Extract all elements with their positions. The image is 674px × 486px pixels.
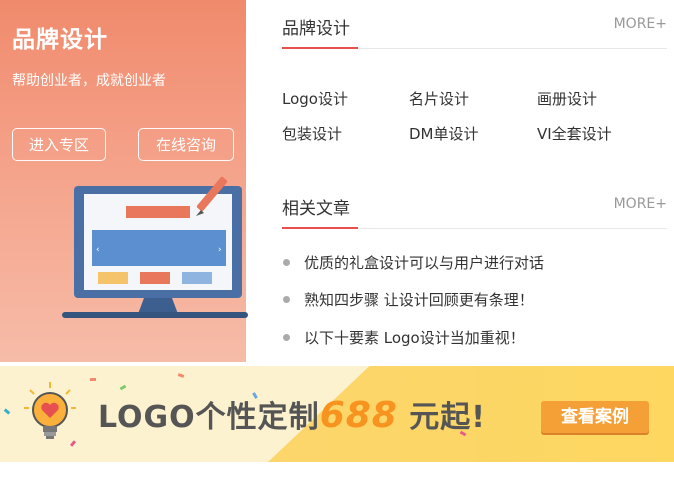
confetti (3, 408, 11, 415)
link-brochure-design[interactable]: 画册设计 (537, 88, 597, 109)
link-vi-design[interactable]: VI全套设计 (537, 123, 612, 144)
section-underline (282, 227, 358, 229)
list-item[interactable]: 优质的礼盒设计可以与用户进行对话 (282, 252, 544, 273)
monitor-illustration: ‹ › (62, 176, 248, 318)
section-underline (282, 47, 358, 49)
brand-promo-panel: 品牌设计 帮助创业者，成就创业者 进入专区 在线咨询 ‹ › (0, 0, 248, 362)
banner-price: 688 (319, 395, 398, 436)
articles-section-header: 相关文章 MORE+ (282, 188, 667, 229)
content-column: 品牌设计 MORE+ Logo设计 名片设计 画册设计 包装设计 DM单设计 V… (282, 8, 667, 348)
brand-section-header: 品牌设计 MORE+ (282, 8, 667, 49)
article-title: 熟知四步骤 让设计回顾更有条理！ (304, 291, 534, 309)
article-title: 以下十要素 Logo设计当加重视！ (304, 329, 525, 347)
online-consult-button[interactable]: 在线咨询 (138, 128, 234, 161)
bullet-icon (283, 334, 290, 341)
article-title: 优质的礼盒设计可以与用户进行对话 (304, 254, 545, 272)
confetti (119, 384, 127, 391)
banner-text-before: LOGO个性定制 (98, 400, 320, 435)
link-logo-design[interactable]: Logo设计 (282, 88, 348, 109)
lightbulb-icon (24, 382, 76, 439)
list-item[interactable]: 以下十要素 Logo设计当加重视！ (282, 327, 525, 348)
confetti (90, 378, 96, 381)
bullet-icon (283, 296, 290, 303)
link-business-card-design[interactable]: 名片设计 (409, 88, 469, 109)
list-item[interactable]: 熟知四步骤 让设计回顾更有条理！ (282, 289, 534, 310)
brand-section-title: 品牌设计 (282, 19, 350, 39)
articles-more-link[interactable]: MORE+ (614, 196, 667, 212)
enter-zone-button[interactable]: 进入专区 (12, 128, 106, 161)
logo-custom-banner[interactable]: LOGO个性定制688 元起! 查看案例 (0, 366, 674, 462)
view-cases-button[interactable]: 查看案例 (541, 401, 649, 433)
svg-text:›: › (218, 245, 222, 255)
svg-text:‹: ‹ (96, 245, 100, 255)
confetti (177, 373, 185, 378)
promo-subtitle: 帮助创业者，成就创业者 (12, 73, 166, 89)
bullet-icon (283, 259, 290, 266)
brand-more-link[interactable]: MORE+ (614, 16, 667, 32)
articles-section-title: 相关文章 (282, 199, 350, 219)
promo-title: 品牌设计 (12, 27, 108, 53)
link-dm-design[interactable]: DM单设计 (409, 123, 479, 144)
banner-headline: LOGO个性定制688 元起! (98, 392, 486, 436)
link-packaging-design[interactable]: 包装设计 (282, 123, 342, 144)
banner-text-after: 元起! (409, 400, 486, 435)
